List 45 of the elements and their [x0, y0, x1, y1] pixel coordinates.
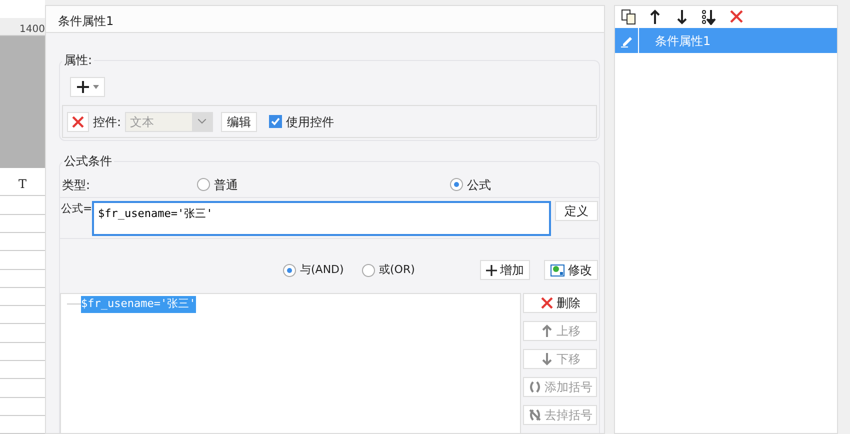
remove-button[interactable] [67, 112, 89, 132]
radio-button[interactable] [362, 264, 375, 276]
list-action-button: 上移 [523, 321, 597, 341]
caret-icon [93, 85, 99, 89]
list-action-button[interactable]: 删除 [523, 293, 597, 313]
close-icon[interactable] [729, 9, 744, 25]
group-label: 公式条件 [62, 152, 114, 170]
formula-label: 公式= [60, 201, 92, 217]
chevron-icon [198, 119, 206, 124]
radio-button[interactable] [283, 264, 296, 276]
up-arrow-icon [540, 324, 554, 338]
define-button[interactable]: 定义 [555, 201, 598, 221]
dialog-title: 条件属性1 [46, 6, 604, 33]
list-action-button: 下移 [523, 349, 597, 369]
add-dropdown-button[interactable] [70, 77, 105, 97]
radio-button[interactable] [197, 178, 210, 191]
copy-icon[interactable] [621, 9, 636, 25]
parentheses-icon [528, 380, 542, 394]
radio-label: 或(OR) [379, 262, 415, 278]
checkbox-label: 使用控件 [286, 114, 334, 130]
edit-button[interactable]: 编辑 [221, 112, 258, 132]
ruler-label: 1400 [0, 18, 45, 36]
move-bottom-icon[interactable] [702, 9, 717, 25]
formula-field[interactable]: $fr_usename='张三' [92, 201, 551, 236]
list-action-button: 去掉括号 [523, 405, 597, 425]
control-combo: 文本 [125, 112, 214, 132]
close-icon [71, 114, 85, 128]
plus-icon [486, 264, 497, 276]
item-label: 条件属性1 [654, 32, 711, 50]
group-label: 属性: [62, 51, 94, 69]
radio-label: 普通 [214, 176, 238, 194]
type-label: 类型: [62, 176, 90, 194]
control-label: 控件: [93, 114, 122, 130]
add-button[interactable]: 增加 [480, 260, 530, 280]
down-arrow-icon [540, 352, 554, 366]
radio-label: 与(AND) [300, 262, 344, 278]
close-icon [540, 296, 554, 310]
list-action-button: 添加括号 [523, 377, 597, 397]
modify-button[interactable]: 修改 [544, 260, 598, 280]
radio-button[interactable] [450, 178, 464, 191]
radio-label: 公式 [467, 176, 492, 194]
checkbox[interactable] [269, 115, 282, 128]
tree-line-icon [67, 303, 81, 306]
plus-icon [76, 80, 90, 94]
remove-parentheses-icon [528, 408, 542, 422]
